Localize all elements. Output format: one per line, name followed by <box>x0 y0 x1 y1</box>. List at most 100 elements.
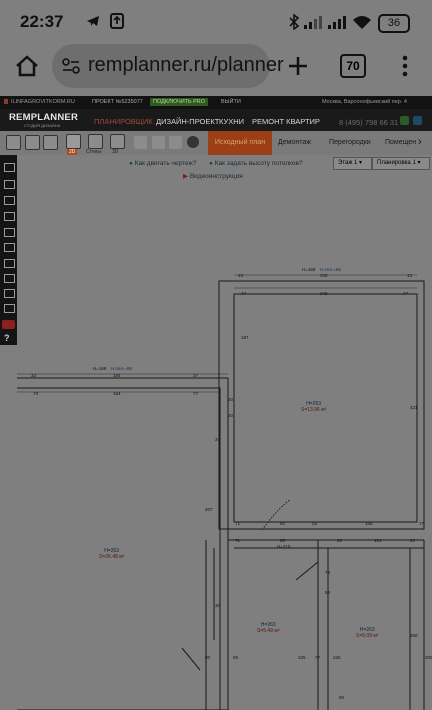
undo-icon[interactable] <box>6 135 21 150</box>
site-top-bar: ILINFAGROVITKORM.RU ПРОЕКТ №5235077 ПОДК… <box>0 96 432 109</box>
dim-label: 13 <box>407 273 413 278</box>
wall-tool-icon[interactable] <box>4 180 15 189</box>
ruler-icon[interactable] <box>134 136 147 149</box>
room-label-2[interactable]: H=263 S=26.48 м² <box>99 548 124 560</box>
project-selector[interactable]: ПРОЕКТ №5235077 <box>92 99 143 105</box>
tile-tool-icon[interactable] <box>4 274 15 283</box>
wall-tag-top-h[interactable]: H=168 <box>302 267 315 272</box>
new-tab-icon[interactable] <box>286 54 310 78</box>
left-tool-panel: ? <box>0 155 17 345</box>
nav-planner[interactable]: ПЛАНИРОВЩИК <box>94 117 153 126</box>
dim-label: 300 <box>425 655 432 660</box>
nav-renovation[interactable]: РЕМОНТ КВАРТИР <box>252 117 320 126</box>
connect-pro-button[interactable]: ПОДКЛЮЧИТЬ PRO <box>150 98 209 106</box>
furniture-tool-icon[interactable] <box>4 243 15 252</box>
radiator-tool-icon[interactable] <box>4 259 15 268</box>
office-address: Москва, Варсонофьевский пер. 4 <box>322 99 407 105</box>
dim-label: 47 <box>403 291 409 296</box>
dim-label: 20 <box>410 538 416 543</box>
room-label-3[interactable]: H=263 S=5.49 м² <box>257 622 279 634</box>
dim-label: 90 <box>233 655 239 660</box>
dim-label: 20 <box>228 413 234 418</box>
layers-icon[interactable] <box>4 163 15 172</box>
dim-label: 187 <box>241 335 249 340</box>
menu-icon[interactable] <box>400 54 410 78</box>
room-label-4[interactable]: H=263 S=5.09 м² <box>356 627 378 639</box>
tab-original-plan[interactable]: Исходный план <box>208 131 272 155</box>
dim-label: 71 <box>235 538 241 543</box>
stairs-tool-icon[interactable] <box>4 304 15 313</box>
tab-partitions[interactable]: Перегородки <box>329 139 371 146</box>
file-icon[interactable] <box>25 135 40 150</box>
dim-label: 78 <box>33 391 39 396</box>
logo-subtitle: СТУДИЯ ДИЗАЙНА <box>24 123 61 128</box>
user-email[interactable]: ILINFAGROVITKORM.RU <box>11 99 75 105</box>
tab-demolition[interactable]: Демонтаж <box>278 139 311 146</box>
url-text[interactable]: remplanner.ru/planner <box>88 54 284 77</box>
dim-label: 20 <box>337 538 343 543</box>
dim-label: 77 <box>315 655 321 660</box>
dim-label: 60 <box>280 538 286 543</box>
signal-2-icon <box>328 16 346 29</box>
signal-1-icon <box>304 16 322 29</box>
chevron-right-icon[interactable]: › <box>418 136 422 148</box>
dim-label: 240 <box>320 291 328 296</box>
mode-2d-icon[interactable] <box>66 134 81 149</box>
dim-label: 37 <box>193 373 199 378</box>
dim-label: 71 <box>235 521 241 526</box>
mode-3d-icon[interactable] <box>110 134 125 149</box>
wall-tag-top-area[interactable]: Н.пол.=65 <box>320 267 341 272</box>
home-icon[interactable] <box>14 54 40 78</box>
youtube-icon[interactable] <box>2 320 15 329</box>
dim-label: 165 <box>365 521 373 526</box>
question-icon[interactable]: ? <box>4 333 10 343</box>
battery-indicator: 36 <box>378 14 410 33</box>
dim-label: 225 <box>298 655 306 660</box>
browser-toolbar: remplanner.ru/planner 70 <box>0 44 432 92</box>
walls-icon[interactable] <box>88 134 103 149</box>
help-icon[interactable] <box>187 136 199 148</box>
socket-tool-icon[interactable] <box>4 228 15 237</box>
wall-tag-left-h[interactable]: H=168 <box>93 366 106 371</box>
telegram-link-icon[interactable] <box>413 116 422 125</box>
image-tool-icon[interactable] <box>4 289 15 298</box>
wall-tag-left-area[interactable]: Н.пол.=65 <box>111 366 132 371</box>
dim-label: 407 <box>205 507 213 512</box>
whatsapp-icon[interactable] <box>400 116 409 125</box>
tab-rooms[interactable]: Помещен <box>385 139 416 146</box>
bluetooth-icon <box>289 14 300 30</box>
room-label-1[interactable]: H=263 S=13.96 м² <box>301 401 326 413</box>
notification-icon <box>110 13 124 29</box>
dim-label: 225 <box>333 655 341 660</box>
editor-toolbar: 2D Стены 3D Исходный план Демонтаж Перег… <box>0 131 432 156</box>
dim-label: 73 <box>325 570 331 575</box>
dim-label: 33 <box>31 373 37 378</box>
dim-label: 13 <box>238 273 244 278</box>
print-icon[interactable] <box>43 135 58 150</box>
dim-label: 194 <box>113 373 121 378</box>
phone-number[interactable]: 8 (495) 798 66 31 <box>339 118 398 127</box>
dim-label: 90 <box>205 655 211 660</box>
logo[interactable]: REMPLANNER <box>9 112 78 123</box>
dim-label: 340 <box>320 273 328 278</box>
site-settings-icon[interactable] <box>62 57 80 75</box>
dim-label: 77 <box>419 521 425 526</box>
tab-count-button[interactable]: 70 <box>340 54 366 78</box>
logout-link[interactable]: ВЫЙТИ <box>221 99 241 105</box>
dim-label: 47 <box>241 291 247 296</box>
wall-tag-mid[interactable]: H=210 <box>277 544 290 549</box>
plan-canvas[interactable]: ● Как двигать чертеж? ● Как задать высот… <box>17 155 432 710</box>
dim-label: 20 <box>228 397 234 402</box>
wifi-icon <box>353 16 371 29</box>
door-tool-icon[interactable] <box>4 196 15 205</box>
grid-icon[interactable] <box>169 136 182 149</box>
status-time: 22:37 <box>20 12 64 31</box>
measure-icon[interactable] <box>152 136 165 149</box>
window-tool-icon[interactable] <box>4 212 15 221</box>
nav-kitchens[interactable]: КУХНИ <box>219 117 244 126</box>
dim-label: 90 <box>339 695 345 700</box>
dim-label: 37 <box>215 437 221 442</box>
nav-design-project[interactable]: ДИЗАЙН-ПРОЕКТ <box>156 117 219 126</box>
dim-label: 77 <box>193 391 199 396</box>
dim-label: 121 <box>374 538 382 543</box>
